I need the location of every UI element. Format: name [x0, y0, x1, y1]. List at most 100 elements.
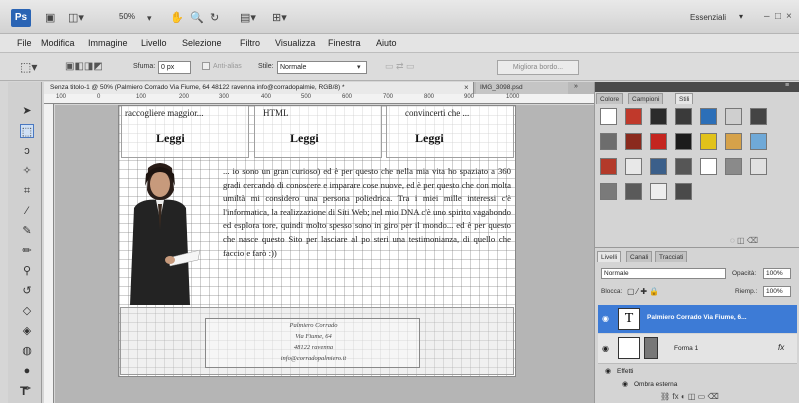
magic-wand-tool-icon[interactable]: ✧	[20, 164, 34, 178]
style-swatch[interactable]	[700, 158, 717, 175]
marquee-preset-icon[interactable]: ⬚▾	[20, 60, 37, 74]
tab-document-active[interactable]: Senza titolo-1 @ 50% (Palmiero Corrado V…	[44, 82, 474, 94]
tab-campioni[interactable]: Campioni	[628, 93, 664, 104]
zoom-dropdown-icon[interactable]: ▾	[147, 10, 152, 26]
read-button-1[interactable]: Leggi	[156, 131, 185, 146]
antialias-checkbox[interactable]	[202, 62, 210, 70]
opacity-input[interactable]: 100%	[763, 268, 791, 279]
clone-stamp-tool-icon[interactable]: ⚲	[20, 264, 34, 278]
lock-icons[interactable]: ▢ ⁄ ✚ 🔒	[627, 287, 659, 296]
workspace-switcher[interactable]: Essenziali	[690, 13, 726, 22]
hand-tool-icon[interactable]: ✋	[170, 10, 184, 26]
style-swatch[interactable]	[650, 108, 667, 125]
menu-aiuto[interactable]: Aiuto	[376, 38, 397, 48]
style-swatch[interactable]	[625, 183, 642, 200]
menu-selezione[interactable]: Selezione	[182, 38, 222, 48]
style-swatch[interactable]	[725, 133, 742, 150]
type-tool-icon[interactable]: T	[20, 384, 27, 398]
lasso-tool-icon[interactable]: ↄ	[20, 144, 34, 158]
style-swatch[interactable]	[675, 108, 692, 125]
tab-close-icon[interactable]: ×	[464, 83, 469, 92]
style-swatch[interactable]	[700, 108, 717, 125]
menu-filtro[interactable]: Filtro	[240, 38, 260, 48]
layers-footer-icons[interactable]: ⛓ fx ◐ ◫ ▭ ⌫	[660, 392, 719, 401]
tabs-overflow-icon[interactable]: »	[574, 83, 578, 90]
style-swatch[interactable]	[675, 183, 692, 200]
marquee-tool-icon[interactable]: ⬚	[20, 124, 34, 138]
style-swatch[interactable]	[625, 133, 642, 150]
bridge-icon[interactable]: ▣	[45, 10, 55, 26]
style-swatch[interactable]	[650, 133, 667, 150]
selection-mode-icons[interactable]: ▣◧◨◩	[65, 61, 103, 72]
ruler-tick: 500	[301, 94, 312, 100]
zoom-tool-icon[interactable]: 🔍	[190, 10, 204, 26]
close-button[interactable]: ×	[786, 11, 792, 22]
eyedropper-tool-icon[interactable]: ⁄	[20, 204, 34, 218]
panel-menu-icon[interactable]: ≡	[785, 82, 789, 89]
style-swatch[interactable]	[700, 133, 717, 150]
style-swatch[interactable]	[600, 133, 617, 150]
menu-modifica[interactable]: Modifica	[41, 38, 75, 48]
maximize-button[interactable]: □	[775, 11, 781, 22]
screen-mode-icon[interactable]: ⊞▾	[272, 10, 287, 26]
brush-tool-icon[interactable]: ✏	[20, 244, 34, 258]
tab-tracciati[interactable]: Tracciati	[655, 251, 688, 262]
style-swatch[interactable]	[675, 158, 692, 175]
effects-fx-icon[interactable]: fx	[778, 343, 784, 352]
blur-tool-icon[interactable]: ◍	[20, 344, 34, 358]
style-select[interactable]: Normale	[277, 61, 367, 74]
arrange-documents-icon[interactable]: ▤▾	[240, 10, 256, 26]
read-button-3[interactable]: Leggi	[415, 131, 444, 146]
blend-mode-select[interactable]: Normale	[601, 268, 726, 279]
style-swatch[interactable]	[750, 158, 767, 175]
menu-immagine[interactable]: Immagine	[88, 38, 128, 48]
move-tool-icon[interactable]: ➤	[20, 104, 34, 118]
menu-finestra[interactable]: Finestra	[328, 38, 361, 48]
menu-file[interactable]: File	[17, 38, 32, 48]
menu-livello[interactable]: Livello	[141, 38, 167, 48]
style-swatch[interactable]	[725, 158, 742, 175]
rotate-view-icon[interactable]: ↻	[210, 10, 219, 26]
minimize-button[interactable]: –	[764, 11, 770, 22]
visibility-eye-icon[interactable]: ◉	[622, 380, 628, 388]
style-swatch[interactable]	[625, 108, 642, 125]
style-swatch[interactable]	[750, 108, 767, 125]
history-brush-tool-icon[interactable]: ↺	[20, 284, 34, 298]
styles-panel-footer-icons[interactable]: ◌ ◫ ⌫	[730, 236, 758, 245]
tab-livelli[interactable]: Livelli	[597, 251, 622, 262]
layer-row-text[interactable]: ◉ T Palmiero Corrado Via Fiume, 6...	[598, 305, 797, 333]
style-swatch[interactable]	[600, 158, 617, 175]
style-swatch[interactable]	[650, 158, 667, 175]
zoom-level[interactable]: 50%	[119, 12, 135, 21]
visibility-eye-icon[interactable]: ◉	[602, 314, 609, 323]
crop-tool-icon[interactable]: ⌗	[20, 184, 34, 198]
menu-visualizza[interactable]: Visualizza	[275, 38, 315, 48]
dodge-tool-icon[interactable]: ●	[20, 364, 34, 378]
view-extras-icon[interactable]: ◫▾	[68, 10, 84, 26]
style-swatch[interactable]	[625, 158, 642, 175]
eraser-tool-icon[interactable]: ◇	[20, 304, 34, 318]
workspace-dropdown-icon[interactable]: ▾	[739, 12, 743, 21]
tab-canali[interactable]: Canali	[626, 251, 653, 262]
fill-input[interactable]: 100%	[763, 286, 791, 297]
style-swatch[interactable]	[725, 108, 742, 125]
tab-stili[interactable]: Stili	[675, 93, 694, 104]
ruler-tick: 100	[56, 94, 67, 100]
visibility-eye-icon[interactable]: ◉	[602, 344, 609, 353]
style-swatch[interactable]	[750, 133, 767, 150]
tab-document-2[interactable]: IMG_3098.psd	[476, 82, 568, 94]
style-swatch[interactable]	[600, 108, 617, 125]
feather-input[interactable]: 0 px	[158, 61, 191, 74]
vertical-ruler	[44, 104, 54, 403]
layer-row-shape[interactable]: ◉ Forma 1 fx	[598, 334, 797, 364]
tab-colore[interactable]: Colore	[596, 93, 624, 104]
visibility-eye-icon[interactable]: ◉	[605, 367, 611, 375]
style-swatch[interactable]	[650, 183, 667, 200]
refine-edge-button[interactable]: Migliora bordo...	[497, 60, 579, 75]
style-swatch[interactable]	[600, 183, 617, 200]
read-button-2[interactable]: Leggi	[290, 131, 319, 146]
paint-bucket-tool-icon[interactable]: ◈	[20, 324, 34, 338]
layer-name: Forma 1	[674, 345, 699, 352]
healing-brush-tool-icon[interactable]: ✎	[20, 224, 34, 238]
style-swatch[interactable]	[675, 133, 692, 150]
